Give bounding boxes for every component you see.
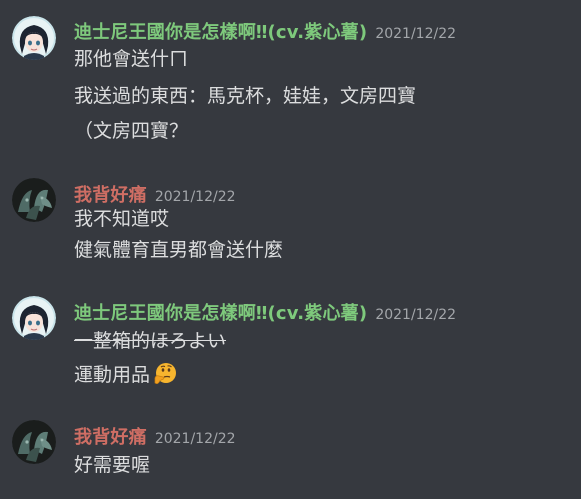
chat-message-list: 迪士尼王國你是怎樣啊‼(cv.紫心薯) 2021/12/22 那他會送什ㄇ 我送過… [0, 0, 581, 499]
anime-girl-avatar-icon[interactable] [12, 296, 56, 340]
message-text: （文房四寶？ [74, 120, 189, 142]
ghost-avatar-icon[interactable] [12, 420, 56, 464]
ghost-avatar-icon[interactable] [12, 178, 56, 222]
message-header: 迪士尼王國你是怎樣啊‼(cv.紫心薯) 2021/12/22 [74, 299, 456, 325]
username[interactable]: 我背好痛 [74, 185, 147, 206]
timestamp: 2021/12/22 [375, 26, 457, 42]
timestamp: 2021/12/22 [154, 189, 236, 205]
message-header: 我背好痛 2021/12/22 [74, 423, 236, 449]
message-text: 健氣體育直男都會送什麼 [74, 239, 284, 261]
message-header: 迪士尼王國你是怎樣啊‼(cv.紫心薯) 2021/12/22 [74, 18, 456, 44]
message-line: 運動用品 [74, 362, 177, 388]
message-text: 我不知道哎 [74, 208, 170, 230]
message-header: 我背好痛 2021/12/22 [74, 181, 236, 207]
thinking-face-emoji-icon [153, 362, 177, 386]
message-text: 那他會送什ㄇ [74, 48, 189, 70]
message-text: 好需要喔 [74, 454, 151, 476]
message-text-strikethrough: 一整箱的ほろよい [74, 330, 227, 352]
username[interactable]: 迪士尼王國你是怎樣啊‼(cv.紫心薯) [74, 22, 367, 43]
username[interactable]: 迪士尼王國你是怎樣啊‼(cv.紫心薯) [74, 303, 367, 324]
message-text: 我送過的東西：馬克杯，娃娃，文房四寶 [74, 85, 417, 107]
timestamp: 2021/12/22 [154, 431, 236, 447]
anime-girl-avatar-icon[interactable] [12, 16, 56, 60]
message-text: 運動用品 [74, 364, 151, 386]
username[interactable]: 我背好痛 [74, 427, 147, 448]
timestamp: 2021/12/22 [375, 307, 457, 323]
